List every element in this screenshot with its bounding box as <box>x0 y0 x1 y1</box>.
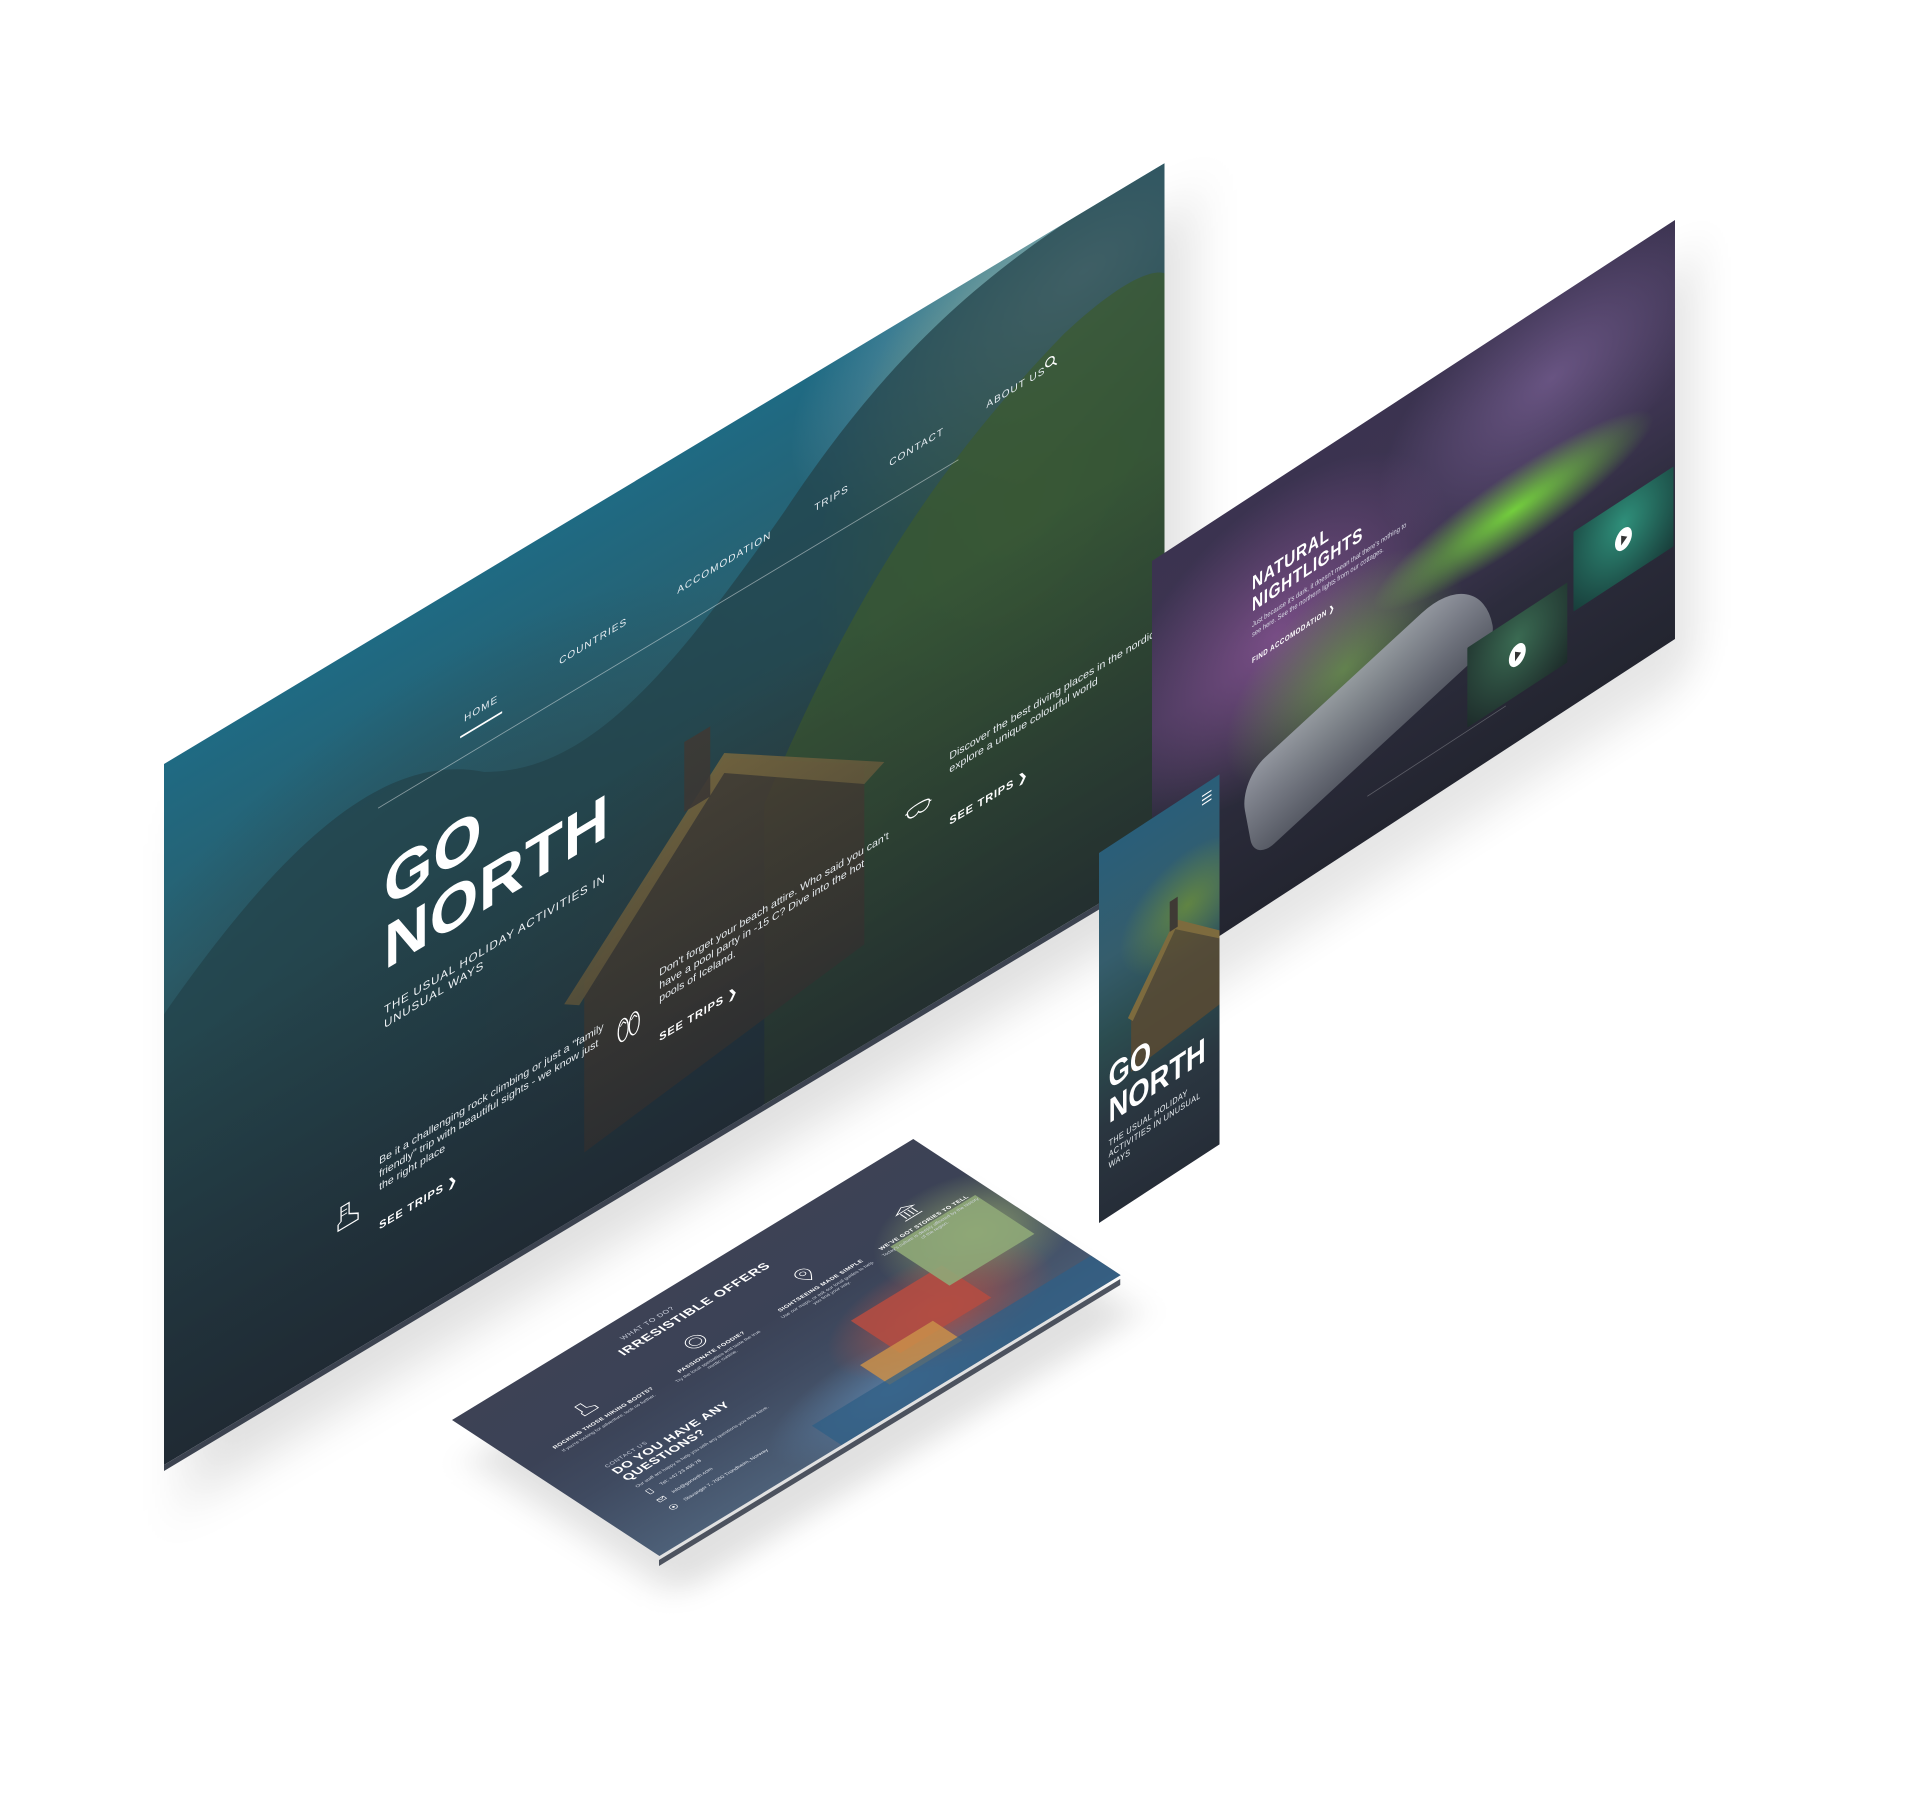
play-icon[interactable] <box>1614 522 1632 556</box>
video-thumbnail-aurora[interactable] <box>1573 466 1674 612</box>
isometric-mockup-stage: HOME COUNTRIES ACCOMODATION TRIPS CONTAC… <box>0 0 1920 1800</box>
play-icon[interactable] <box>1508 638 1526 672</box>
chevron-right-icon: ❯ <box>1329 602 1335 616</box>
mobile-landing-panel: GO NORTH THE USUAL HOLIDAY ACTIVITIES IN… <box>1099 774 1220 1223</box>
northern-lights-panel: NATURAL NIGHTLIGHTS Just because it's da… <box>1152 219 1675 980</box>
